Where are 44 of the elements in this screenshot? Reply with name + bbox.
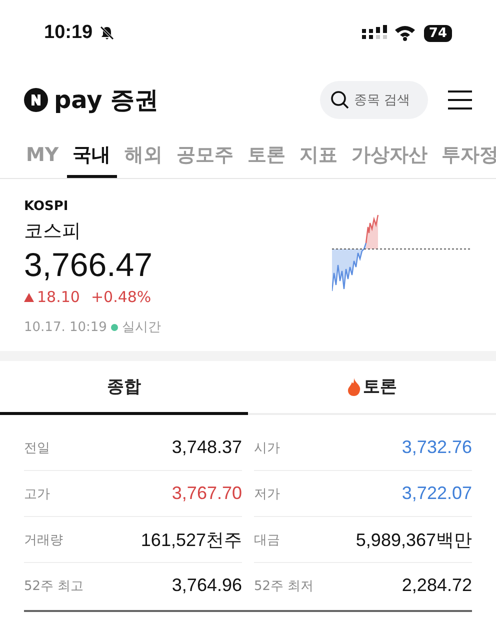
index-code: KOSPI [24,199,68,214]
index-name: 코스피 [24,219,81,244]
stat-value: 3,722.07 [402,483,472,504]
stat-label: 거래량 [24,532,63,548]
nav-tab[interactable]: 공모주 [170,134,240,178]
nav-tab[interactable]: MY [20,134,65,178]
stat-label: 전일 [24,440,50,456]
signal-icon [362,25,388,41]
nav-tab[interactable]: 투자정 [436,134,496,178]
battery-level: 74 [424,24,452,42]
wifi-icon [394,25,416,41]
nav-tab[interactable]: 지표 [294,134,344,178]
n-logo-icon [24,88,48,112]
index-value: 3,766.47 [24,246,152,284]
nav-tab[interactable]: 국내 [66,134,117,178]
stat-value: 5,989,367백만 [356,528,472,552]
stat-label: 고가 [24,486,50,502]
stat-value: 3,764.96 [172,575,242,596]
change-percent: +0.48% [90,288,152,306]
stat-label: 저가 [254,486,280,502]
muted-bell-icon [98,25,115,41]
section-tab[interactable]: 토론 [248,361,496,415]
stat-value: 161,527천주 [140,528,242,552]
stat-label: 52주 최저 [254,578,314,594]
stat-label: 대금 [254,532,280,548]
stat-value: 3,732.76 [402,437,472,458]
nav-tab[interactable]: 토론 [242,134,292,178]
status-time: 10:19 [44,22,93,44]
stat-value: 2,284.72 [402,575,472,596]
stat-label: 시가 [254,440,280,456]
timestamp: 10.17. 10:19 [24,320,107,334]
app-title: pay 증권 [54,85,159,116]
stat-label: 52주 최고 [24,578,84,594]
fire-icon [347,378,361,396]
nav-tab[interactable]: 해외 [118,134,169,178]
live-dot-icon [110,324,118,330]
menu-icon[interactable] [448,90,472,110]
section-tab[interactable]: 종합 [0,361,248,415]
stat-value: 3,748.37 [172,437,242,458]
search-field[interactable]: 종목 검색 [320,81,428,119]
stat-value: 3,767.70 [172,483,242,504]
nav-tab[interactable]: 가상자산 [346,134,434,178]
change-amount: 18.10 [37,288,80,306]
live-label: 실시간 [122,319,161,336]
